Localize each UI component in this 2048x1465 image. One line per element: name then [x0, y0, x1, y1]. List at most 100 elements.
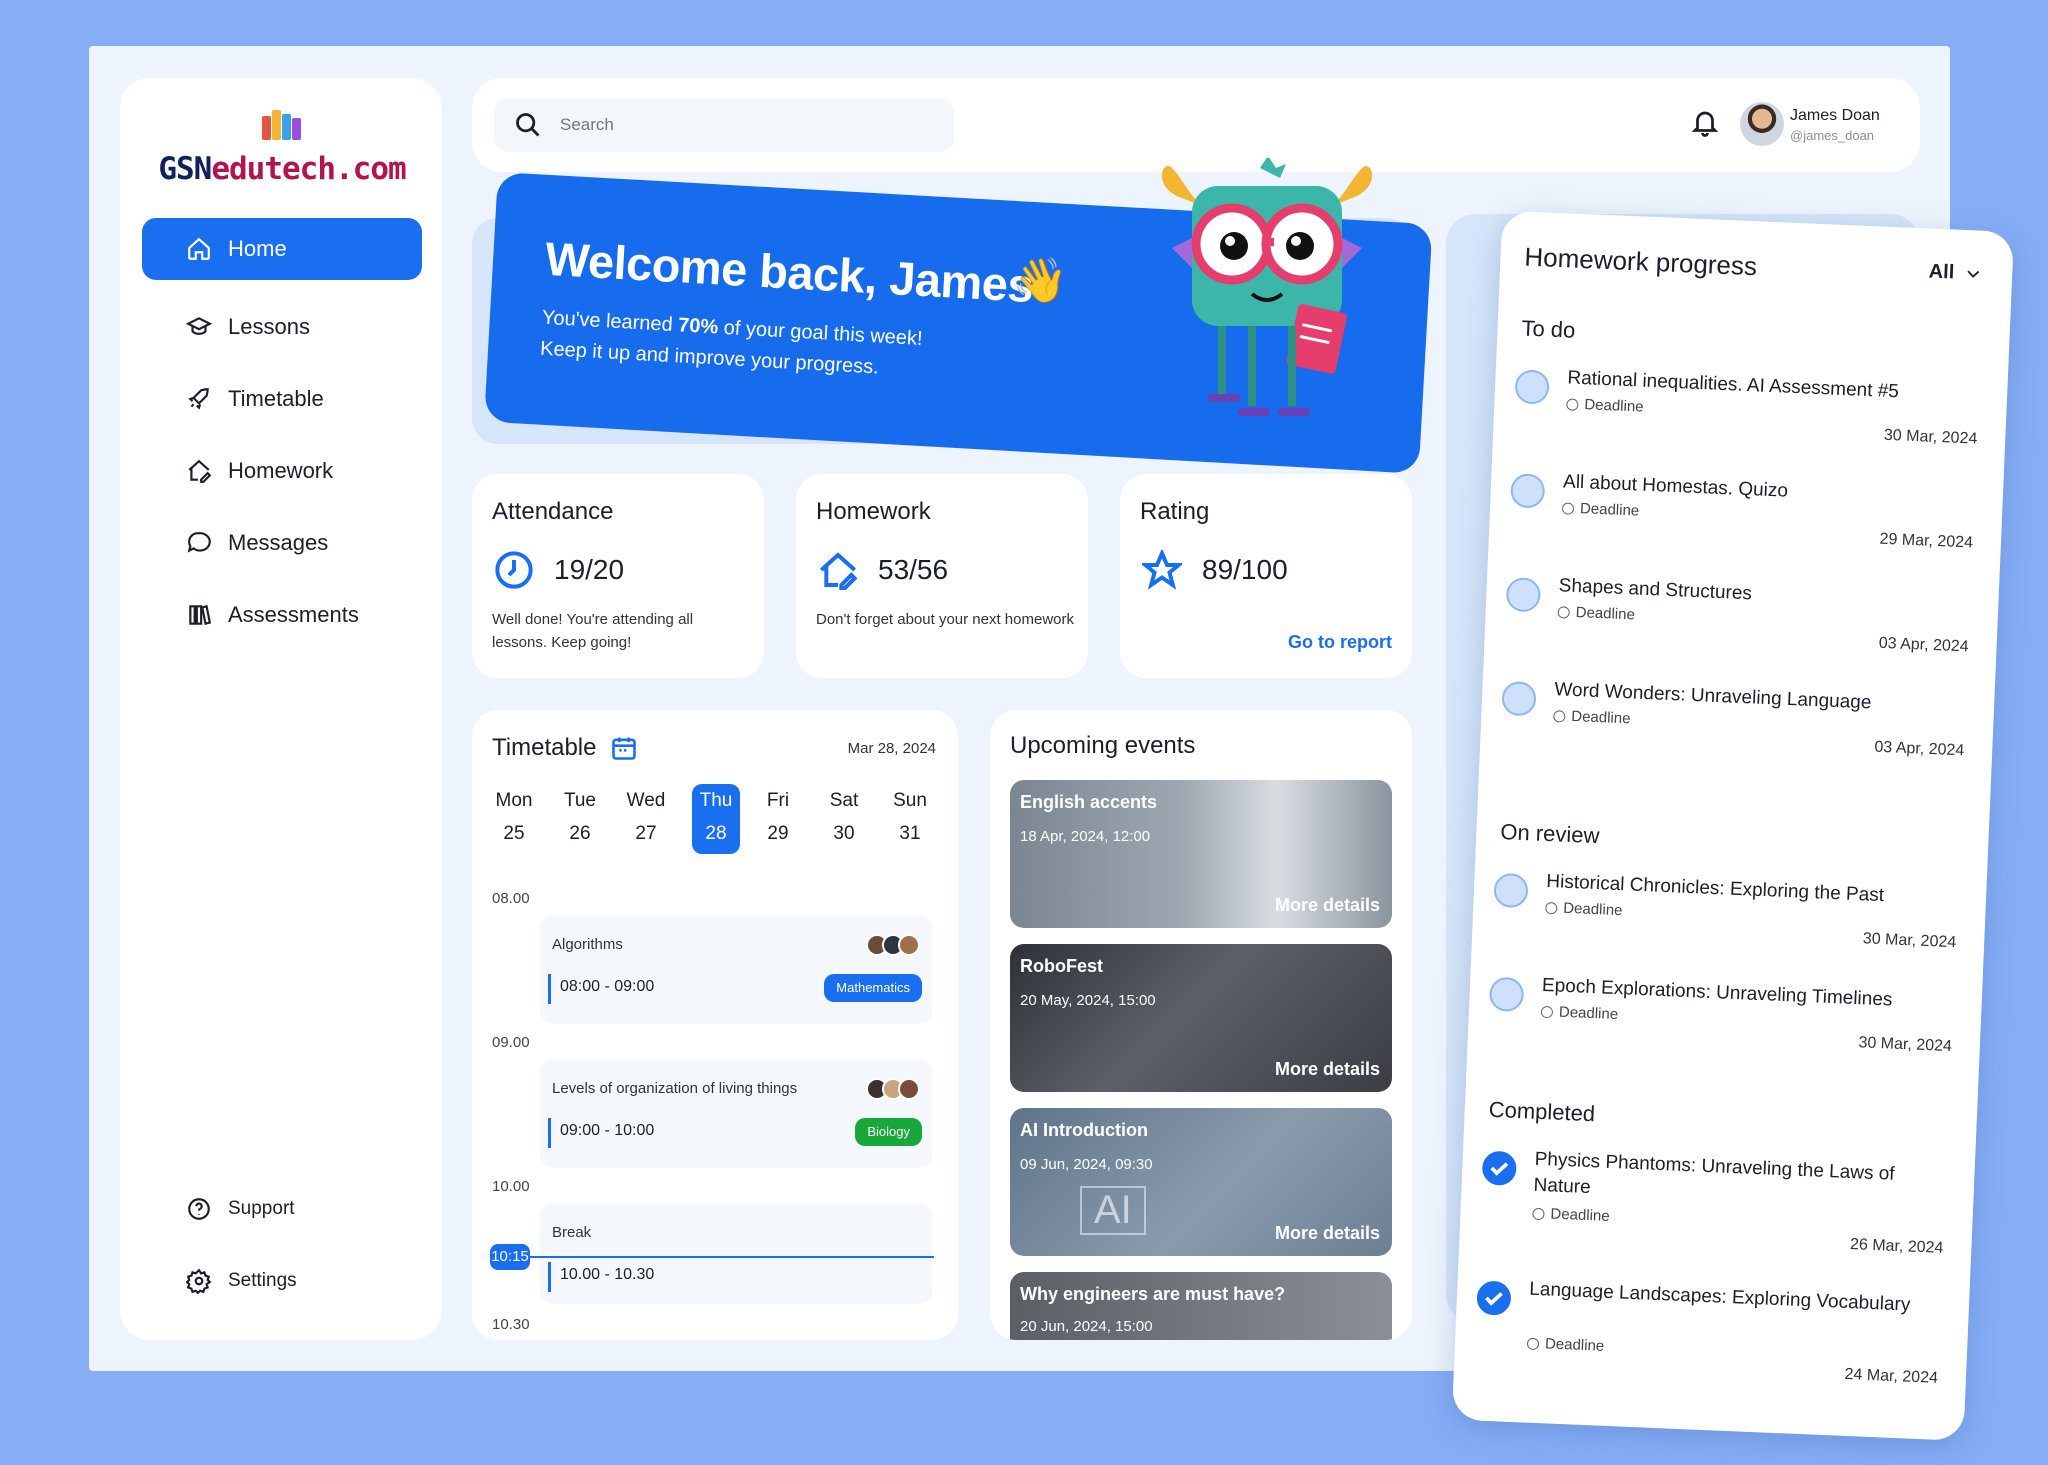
day-fri[interactable]: Fri 29 [754, 784, 802, 854]
event-date: 09 Jun, 2024, 09:30 [1020, 1156, 1153, 1173]
help-circle-icon [188, 1198, 210, 1220]
timetable-title: Timetable [492, 734, 638, 762]
chat-bubble-icon [187, 532, 211, 553]
section-title-todo: To do [1521, 315, 1576, 343]
ai-graphic: AI [1080, 1186, 1146, 1235]
task-checkbox[interactable] [1514, 369, 1550, 405]
task-checkbox-checked[interactable] [1476, 1280, 1512, 1316]
more-details-link[interactable]: More details [1275, 1223, 1380, 1244]
rating-card: Rating 89/100 Go to report [1120, 474, 1412, 678]
notifications-button[interactable] [1690, 106, 1720, 140]
lesson-time: 09:00 - 10:00 [560, 1122, 655, 1139]
day-mon[interactable]: Mon 25 [490, 784, 538, 854]
homework-task[interactable]: Rational inequalities. AI Assessment #5 … [1513, 363, 1986, 463]
sidebar-item-settings[interactable]: Settings [142, 1250, 422, 1312]
homework-task[interactable]: Physics Phantoms: Unraveling the Laws of… [1479, 1145, 1953, 1265]
brand-logo[interactable]: GSNedutech.com [144, 108, 420, 187]
sidebar-item-lessons[interactable]: Lessons [142, 296, 422, 358]
event-card[interactable]: RoboFest 20 May, 2024, 15:00 More detail… [1010, 944, 1392, 1092]
sidebar-item-label: Support [228, 1198, 295, 1219]
participants-avatars [866, 934, 920, 956]
task-checkbox[interactable] [1505, 577, 1542, 613]
brand-name: GSNedutech.com [158, 151, 406, 187]
day-wed[interactable]: Wed 27 [622, 784, 670, 854]
sidebar-item-label: Messages [228, 530, 329, 555]
more-details-link[interactable]: More details [1275, 895, 1380, 916]
task-deadline: Deadline [1540, 1003, 1618, 1023]
avatar[interactable] [1740, 102, 1784, 146]
event-card[interactable]: English accents 18 Apr, 2024, 12:00 More… [1010, 780, 1392, 928]
homework-task[interactable]: Language Landscapes: Exploring Vocabular… [1474, 1274, 1948, 1394]
lesson-card[interactable]: Levels of organization of living things … [540, 1060, 932, 1168]
task-date: 03 Apr, 2024 [1878, 634, 1969, 656]
search-box[interactable] [494, 98, 954, 152]
homework-task[interactable]: Epoch Explorations: Unraveling Timelines… [1487, 971, 1960, 1071]
circle-icon [1557, 605, 1570, 619]
current-time-line [508, 1256, 934, 1258]
task-checkbox[interactable] [1501, 680, 1537, 717]
user-handle: @james_doan [1790, 128, 1875, 143]
task-checkbox[interactable] [1488, 976, 1525, 1013]
day-sun[interactable]: Sun 31 [886, 784, 934, 854]
task-date: 03 Apr, 2024 [1874, 738, 1965, 760]
circle-icon [1526, 1337, 1540, 1350]
time-label: 09.00 [492, 1034, 530, 1051]
circle-icon [1532, 1207, 1545, 1220]
rocket-icon [188, 388, 209, 410]
task-checkbox[interactable] [1493, 872, 1529, 909]
timetable-date: Mar 28, 2024 [847, 740, 936, 757]
task-date: 29 Mar, 2024 [1879, 530, 1974, 552]
subject-tag: Biology [855, 1118, 922, 1146]
more-details-link[interactable]: More details [1275, 1059, 1380, 1080]
circle-icon [1561, 501, 1575, 515]
task-name: Language Landscapes: Exploring Vocabular… [1528, 1278, 1911, 1316]
monster-mascot-illustration [1162, 158, 1372, 416]
house-pen-icon [818, 550, 858, 591]
event-date: 20 May, 2024, 15:00 [1020, 992, 1156, 1009]
sidebar-item-messages[interactable]: Messages [142, 512, 422, 574]
homework-task[interactable]: All about Homestas. Quizo Deadline 29 Ma… [1508, 467, 1981, 567]
user-name: James Doan [1790, 107, 1880, 124]
event-card[interactable]: Why engineers are must have? 20 Jun, 202… [1010, 1272, 1392, 1340]
sidebar: GSNedutech.com Home Lessons Timetable Ho… [120, 78, 442, 1340]
day-tue[interactable]: Tue 26 [556, 784, 604, 854]
sidebar-item-homework[interactable]: Homework [142, 440, 422, 502]
sidebar-item-home[interactable]: Home [142, 218, 422, 280]
goal-percent: 70% [677, 314, 719, 339]
sidebar-item-support[interactable]: Support [142, 1178, 422, 1240]
filter-dropdown[interactable]: All [1928, 260, 1982, 285]
task-date: 30 Mar, 2024 [1858, 1034, 1953, 1056]
sidebar-item-label: Lessons [228, 314, 310, 339]
homework-task[interactable]: Word Wonders: Unraveling Language Deadli… [1500, 675, 1973, 775]
day-sat[interactable]: Sat 30 [820, 784, 868, 854]
time-label: 10.00 [492, 1178, 530, 1195]
homework-card: Homework 53/56 Don't forget about your n… [796, 474, 1088, 678]
go-to-report-link[interactable]: Go to report [1288, 632, 1392, 653]
lesson-bar [548, 974, 551, 1004]
user-info[interactable]: James Doan @james_doan [1790, 106, 1880, 146]
event-date: 20 Jun, 2024, 15:00 [1020, 1318, 1153, 1335]
search-icon [516, 113, 540, 137]
sidebar-item-timetable[interactable]: Timetable [142, 368, 422, 430]
gear-icon [186, 1268, 212, 1294]
task-checkbox-checked[interactable] [1481, 1150, 1518, 1186]
circle-icon [1566, 397, 1579, 411]
books-icon [189, 605, 212, 625]
homework-task[interactable]: Historical Chronicles: Exploring the Pas… [1492, 867, 1965, 967]
task-checkbox[interactable] [1510, 473, 1546, 509]
chevron-down-icon [1967, 269, 1980, 278]
day-thu[interactable]: Thu 28 [692, 784, 740, 854]
task-deadline: Deadline [1561, 499, 1640, 520]
task-deadline: Deadline [1557, 603, 1635, 623]
homework-value: 53/56 [878, 554, 949, 585]
homework-task[interactable]: Shapes and Structures Deadline 03 Apr, 2… [1504, 571, 1977, 671]
search-input[interactable] [560, 115, 920, 135]
homework-desc: Don't forget about your next homework [816, 611, 1075, 628]
calendar-icon[interactable] [610, 734, 638, 762]
sidebar-item-assessments[interactable]: Assessments [142, 584, 422, 646]
welcome-subtitle: You've learned 70% of your goal this wee… [539, 306, 924, 379]
lesson-card[interactable]: Algorithms 08:00 - 09:00 Mathematics [540, 916, 932, 1024]
task-deadline: Deadline [1566, 395, 1644, 416]
task-date: 30 Mar, 2024 [1862, 930, 1957, 952]
event-card[interactable]: AI AI Introduction 09 Jun, 2024, 09:30 M… [1010, 1108, 1392, 1256]
